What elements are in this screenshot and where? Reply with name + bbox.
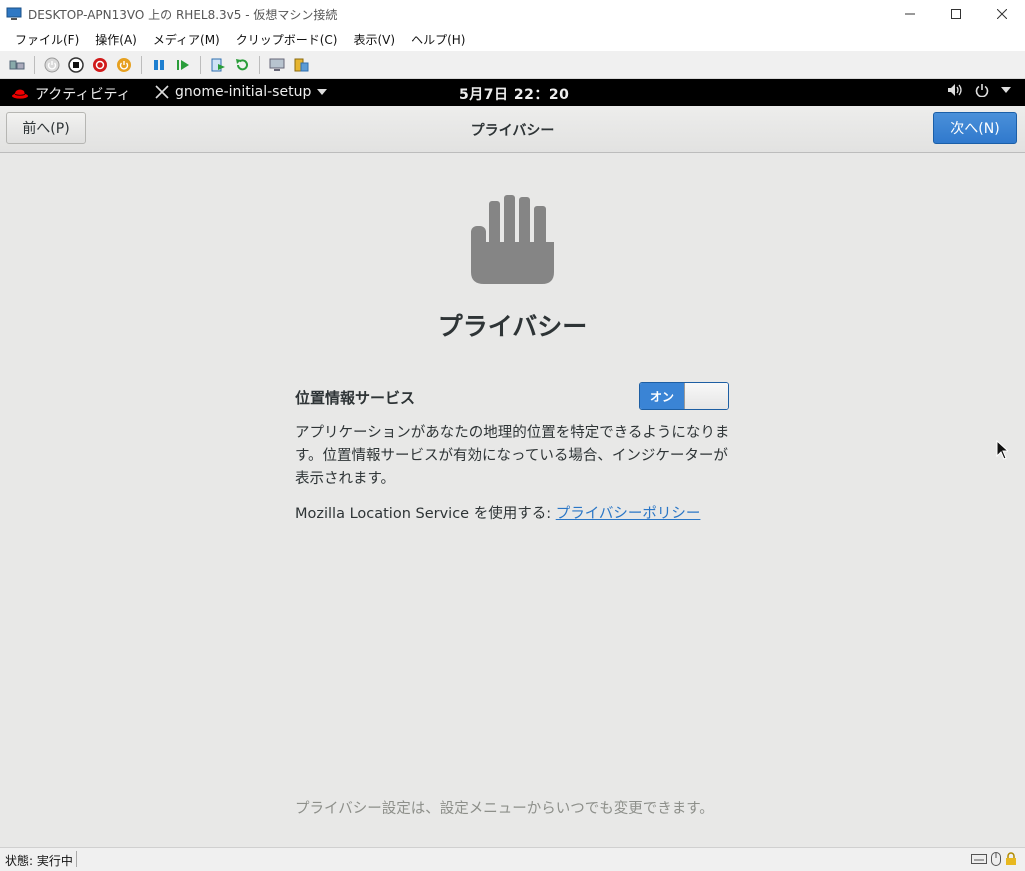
vm-screen: アクティビティ gnome-initial-setup 5月7日 22：20 前… [0, 79, 1025, 847]
toolbar-separator [200, 55, 201, 74]
setup-header: 前へ(P) プライバシー 次へ(N) [0, 106, 1025, 153]
activities-button[interactable]: アクティビティ [12, 84, 131, 104]
maximize-icon [951, 9, 961, 19]
menu-view[interactable]: 表示(V) [346, 31, 404, 48]
toolbar-separator [259, 55, 260, 74]
switch-knob [684, 383, 728, 409]
menu-clipboard[interactable]: クリップボード(C) [228, 31, 346, 48]
menu-action[interactable]: 操作(A) [87, 31, 145, 48]
mozilla-location-line: Mozilla Location Service を使用する: プライバシーポリ… [295, 502, 700, 523]
toolbar-separator [34, 55, 35, 74]
resume-button[interactable] [174, 56, 192, 74]
privacy-policy-link[interactable]: プライバシーポリシー [556, 506, 701, 522]
activities-label: アクティビティ [35, 87, 131, 103]
location-services-label: 位置情報サービス [295, 389, 416, 407]
app-menu-label: gnome-initial-setup [175, 84, 312, 100]
revert-button[interactable] [233, 56, 251, 74]
dropdown-arrow-icon [1001, 87, 1011, 93]
app-menu[interactable]: gnome-initial-setup [155, 84, 328, 100]
page-heading: プライバシー [437, 312, 588, 341]
revert-icon [236, 58, 248, 70]
ctrl-alt-del-icon [9, 60, 25, 69]
minimize-button[interactable] [887, 0, 933, 28]
turn-off-button[interactable] [67, 56, 85, 74]
status-icons [971, 852, 1017, 866]
save-state-button[interactable] [115, 56, 133, 74]
window-controls [887, 0, 1025, 28]
hand-stop-icon [471, 195, 554, 284]
checkpoint-icon [211, 58, 225, 71]
toolbar-separator [141, 55, 142, 74]
checkpoint-button[interactable] [209, 56, 227, 74]
play-icon [177, 59, 189, 70]
share-button[interactable] [292, 56, 310, 74]
menu-media[interactable]: メディア(M) [145, 31, 228, 48]
power-icon [117, 57, 131, 72]
shutdown-button[interactable] [91, 56, 109, 74]
location-services-switch[interactable]: オン [639, 382, 729, 410]
pause-icon [154, 59, 164, 70]
enhanced-session-icon [269, 58, 285, 71]
header-title: プライバシー [470, 123, 555, 139]
menu-bar: ファイル(F) 操作(A) メディア(M) クリップボード(C) 表示(V) ヘ… [0, 28, 1025, 51]
enhanced-session-button[interactable] [268, 56, 286, 74]
menu-help[interactable]: ヘルプ(H) [403, 31, 473, 48]
power-menu-icon [975, 84, 989, 97]
tools-icon [155, 85, 169, 99]
minimize-icon [905, 13, 915, 15]
status-bar: 状態: 実行中 [0, 847, 1025, 871]
ctrl-alt-del-button[interactable] [8, 56, 26, 74]
location-description: アプリケーションがあなたの地理的位置を特定できるようになります。位置情報サービス… [295, 425, 730, 487]
status-text: 状態: 実行中 [5, 854, 73, 868]
menu-file[interactable]: ファイル(F) [7, 31, 87, 48]
maximize-button[interactable] [933, 0, 979, 28]
stop-icon [68, 56, 84, 73]
window-title: DESKTOP-APN13VO 上の RHEL8.3v5 - 仮想マシン接続 [28, 7, 338, 22]
redhat-logo-icon [12, 89, 28, 99]
lock-icon [1006, 852, 1016, 865]
status-separator [76, 851, 77, 867]
mouse-cursor-icon [996, 440, 1008, 460]
window-titlebar: DESKTOP-APN13VO 上の RHEL8.3v5 - 仮想マシン接続 [0, 0, 1025, 28]
share-icon [294, 58, 309, 71]
start-button[interactable] [43, 56, 61, 74]
system-tray[interactable] [947, 83, 1011, 97]
vm-connect-icon [6, 7, 22, 20]
footer-note: プライバシー設定は、設定メニューからいつでも変更できます。 [295, 801, 714, 817]
start-icon [44, 57, 60, 72]
mouse-icon [991, 852, 1001, 866]
pause-button[interactable] [150, 56, 168, 74]
clock[interactable]: 5月7日 22：20 [459, 84, 569, 104]
keyboard-icon [971, 854, 987, 864]
close-icon [997, 9, 1007, 19]
toolbar [0, 51, 1025, 79]
switch-on-label: オン [640, 383, 684, 409]
close-button[interactable] [979, 0, 1025, 28]
mozilla-location-text: Mozilla Location Service を使用する: [295, 506, 556, 522]
dropdown-arrow-icon [317, 89, 328, 95]
gnome-top-bar: アクティビティ gnome-initial-setup 5月7日 22：20 [0, 79, 1025, 106]
next-button[interactable]: 次へ(N) [933, 112, 1017, 144]
shutdown-icon [93, 57, 107, 72]
volume-icon [948, 84, 962, 96]
